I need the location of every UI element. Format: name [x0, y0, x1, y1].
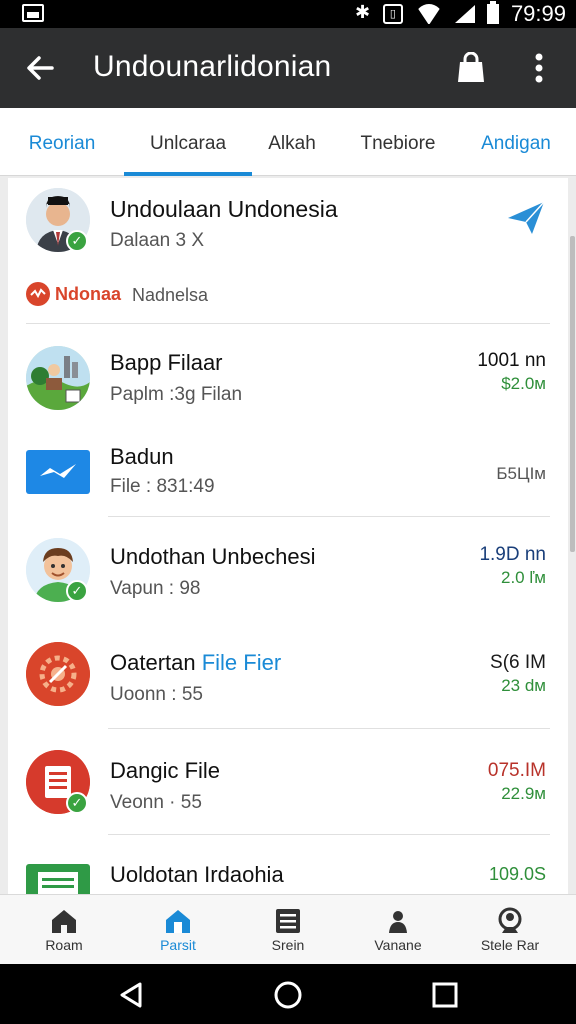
profile-name: Undoulaan Undonesia: [110, 196, 338, 222]
list-icon: [274, 907, 302, 935]
profile-header[interactable]: ✓ Undoulaan Undonesia Dalaan 3 X Ndonaa …: [8, 178, 568, 324]
status-bar: ▯ 79:99: [0, 0, 576, 28]
list-item[interactable]: ✓ Undothan Unbechesi Vapun : 98 1.9D nn …: [8, 530, 568, 626]
brand-logo-icon: [26, 282, 50, 306]
verified-check-icon: ✓: [66, 792, 88, 814]
item-subtitle: Uoonn : 55: [110, 684, 203, 705]
list-item[interactable]: Oatertan File Fier Uoonn : 55 S(6 IM 23 …: [8, 638, 568, 734]
item-subtitle: Paplm :3g Filan: [110, 384, 243, 405]
nav-label: Roam: [45, 937, 83, 953]
more-vert-icon[interactable]: [524, 50, 554, 86]
home-icon: [50, 907, 78, 935]
person-icon: [384, 907, 412, 935]
nav-item-parsit[interactable]: Parsit: [128, 895, 228, 965]
divider: [26, 323, 550, 324]
item-value-secondary: 2.0 ľм: [501, 568, 546, 587]
settings-icon: [26, 642, 90, 706]
tab-tnebiore[interactable]: Tnebiore: [348, 108, 448, 176]
item-value: 1001 nn: [477, 350, 546, 371]
item-title-main: Oatertan: [110, 650, 202, 675]
divider: [108, 728, 550, 729]
item-title: Bapp Filaar: [110, 350, 223, 375]
list-item[interactable]: Uoldotan Irdaohia 109.0S: [8, 850, 568, 894]
tab-andigan[interactable]: Andigan: [468, 108, 564, 176]
item-title: Badun: [110, 444, 174, 469]
nav-recents-icon[interactable]: [430, 980, 460, 1010]
content-list[interactable]: ✓ Undoulaan Undonesia Dalaan 3 X Ndonaa …: [8, 178, 568, 894]
list-item[interactable]: ✓ Dangic File Veonn · 55 075.IM 22.9м: [8, 746, 568, 846]
item-title: Oatertan File Fier: [110, 650, 281, 676]
battery-icon: [486, 1, 499, 24]
system-nav-bar: [0, 964, 576, 1024]
home-active-icon: [164, 907, 192, 935]
item-value: S(6 IM: [490, 652, 546, 673]
nav-back-icon[interactable]: [116, 980, 146, 1010]
bottom-nav: Roam Parsit Srein Vanane Stele Rar: [0, 894, 576, 964]
nav-item-roam[interactable]: Roam: [14, 895, 114, 965]
nav-label: Srein: [271, 937, 305, 953]
nav-item-stele-rar[interactable]: Stele Rar: [460, 895, 560, 965]
app-bar: Undounarlidonian: [0, 28, 576, 108]
profile-icon: [496, 907, 524, 935]
source-label: Ndonaa: [55, 284, 122, 304]
item-title: Dangic File: [110, 758, 221, 783]
verified-check-icon: ✓: [66, 230, 88, 252]
list-item[interactable]: Badun File : 831:49 Б5ЦІм: [8, 434, 568, 517]
nav-home-icon[interactable]: [273, 980, 303, 1010]
item-value: 075.IM: [487, 760, 546, 781]
nav-item-srein[interactable]: Srein: [238, 895, 338, 965]
back-arrow-icon[interactable]: [22, 50, 58, 86]
item-value: 1.9D nn: [479, 544, 546, 565]
wifi-icon: [415, 4, 443, 24]
tab-bar: Reorian Unlcaraa Alkah Tnebiore Andigan: [0, 108, 576, 176]
item-value-secondary: $2.0м: [501, 374, 546, 393]
item-subtitle: File : 831:49: [110, 476, 215, 497]
nav-item-vanane[interactable]: Vanane: [348, 895, 448, 965]
divider: [108, 516, 550, 517]
email-icon: [26, 450, 90, 494]
signal-icon: [454, 5, 475, 23]
divider: [108, 834, 550, 835]
spreadsheet-icon: [26, 864, 90, 894]
item-subtitle: Vapun : 98: [110, 578, 201, 599]
landscape-icon: [26, 346, 90, 410]
status-icons: ▯ 79:99: [355, 1, 566, 26]
item-title: Uoldotan Irdaohia: [110, 862, 284, 887]
nav-label: Parsit: [160, 937, 196, 953]
status-time: 79:99: [510, 1, 566, 26]
tab-unlcaraa[interactable]: Unlcaraa: [124, 108, 252, 176]
source-text: Nadnelsa: [132, 285, 209, 305]
bluetooth-icon: [355, 2, 371, 24]
vibrate-icon: ▯: [382, 4, 403, 24]
item-subtitle: Veonn · 55: [110, 792, 202, 813]
scrollbar[interactable]: [570, 236, 575, 552]
item-value-secondary: Б5ЦІм: [496, 464, 546, 483]
tab-alkah[interactable]: Alkah: [250, 108, 334, 176]
tab-reorian[interactable]: Reorian: [12, 108, 112, 176]
send-icon[interactable]: [506, 200, 546, 236]
tab-indicator: [124, 172, 252, 176]
item-title: Undothan Unbechesi: [110, 544, 316, 569]
verified-check-icon: ✓: [66, 580, 88, 602]
profile-subtitle: Dalaan 3 X: [110, 230, 205, 251]
item-title-accent: File Fier: [201, 650, 282, 675]
item-value-secondary: 109.0S: [488, 864, 546, 884]
nav-label: Vanane: [374, 937, 422, 953]
list-item[interactable]: Bapp Filaar Paplm :3g Filan 1001 nn $2.0…: [8, 338, 568, 428]
item-value-secondary: 23 dм: [501, 676, 546, 695]
screenshot-icon: [22, 4, 44, 22]
shopping-bag-icon[interactable]: [456, 51, 486, 84]
nav-label: Stele Rar: [480, 937, 540, 953]
page-title: Undounarlidonian: [93, 50, 332, 83]
item-value-secondary: 22.9м: [501, 784, 546, 803]
